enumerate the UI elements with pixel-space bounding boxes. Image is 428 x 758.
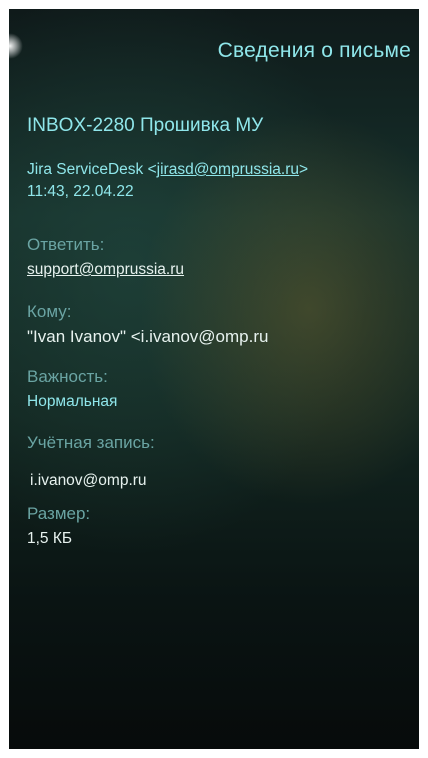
size-label: Размер: (27, 504, 91, 523)
to-label: Кому: (27, 302, 72, 321)
message-date: 11:43, 22.04.22 (27, 183, 134, 200)
size-value: 1,5 КБ (27, 530, 73, 547)
reply-to-email-link[interactable]: support@omprussia.ru (27, 261, 184, 279)
importance-label: Важность: (27, 367, 108, 386)
account-label: Учётная запись: (27, 433, 155, 452)
sender-bracket-open: < (147, 161, 157, 178)
page-title: Сведения о письме (217, 39, 411, 62)
sender-email-link[interactable]: jirasd@omprussia.ru (157, 161, 299, 178)
account-value: i.ivanov@omp.ru (30, 472, 147, 489)
mail-details-screen: Сведения о письме INBOX-2280 Прошивка МУ… (9, 9, 419, 749)
message-sender: Jira ServiceDesk <jirasd@omprussia.ru> (27, 161, 308, 179)
to-value[interactable]: "Ivan Ivanov" <i.ivanov@omp.ru (27, 327, 268, 347)
sender-bracket-close: > (299, 161, 309, 178)
message-subject: INBOX-2280 Прошивка МУ (27, 115, 264, 136)
pulley-menu-indicator (9, 33, 23, 59)
sender-name: Jira ServiceDesk (27, 161, 148, 178)
importance-value: Нормальная (27, 393, 118, 410)
reply-to-label: Ответить: (27, 235, 105, 254)
